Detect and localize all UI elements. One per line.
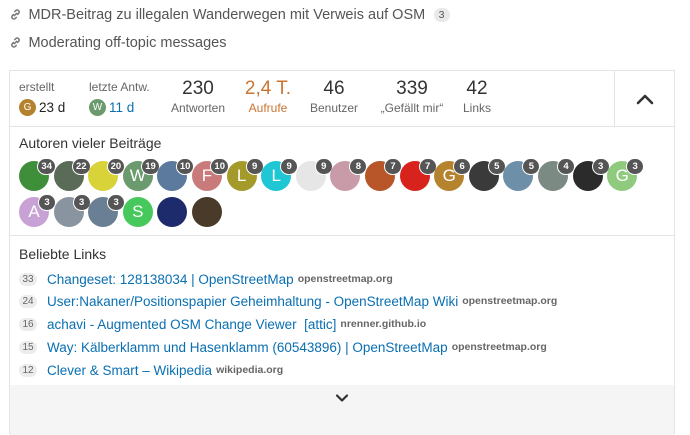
chevron-up-icon bbox=[636, 94, 653, 104]
collapse-button[interactable] bbox=[614, 71, 674, 126]
author-avatar[interactable]: 8 bbox=[330, 158, 368, 191]
last-reply-age: 11 d bbox=[109, 100, 135, 115]
link-title[interactable]: achavi - Augmented OSM Change Viewer [at… bbox=[47, 317, 336, 332]
author-avatar[interactable]: 5 bbox=[468, 158, 506, 191]
author-avatar[interactable]: G3 bbox=[607, 158, 645, 191]
topic-map: erstellt G 23 d letzte Antw. W 11 d 230 … bbox=[9, 70, 675, 435]
link-domain: openstreetmap.org bbox=[297, 273, 393, 285]
link-icon bbox=[11, 9, 20, 20]
link-click-count: 24 bbox=[19, 294, 37, 308]
author-avatar[interactable]: 5 bbox=[503, 158, 541, 191]
link-row[interactable]: 12 Clever & Smart – Wikipedia wikipedia.… bbox=[19, 360, 283, 380]
link-row[interactable]: 24 User:Nakaner/Positionspapier Geheimha… bbox=[19, 291, 557, 311]
links-count: 42 bbox=[466, 78, 488, 99]
created-label: erstellt bbox=[19, 80, 55, 94]
author-avatar[interactable]: W 19 bbox=[122, 158, 160, 191]
stat-links: 42 Links bbox=[459, 71, 495, 116]
link-title[interactable]: Clever & Smart – Wikipedia bbox=[47, 363, 212, 378]
stat-views: 2,4 T. Aufrufe bbox=[242, 71, 294, 116]
avatar[interactable]: W bbox=[89, 99, 106, 116]
users-count: 46 bbox=[323, 78, 345, 99]
related-topic-count: 3 bbox=[433, 7, 450, 22]
link-click-count: 15 bbox=[19, 340, 37, 354]
related-topic-title[interactable]: Moderating off-topic messages bbox=[28, 35, 226, 51]
authors-list: 34 22 20 W 19 10 F 10 L 9 L 9 9 8 7 7 G 6 5 5 4 3 G 3 A 3 3 3 S bbox=[19, 158, 659, 231]
post-count-badge: 34 bbox=[37, 158, 56, 175]
stat-replies: 230 Antworten bbox=[170, 71, 226, 116]
replies-label: Antworten bbox=[170, 101, 226, 115]
avatar[interactable]: G bbox=[19, 99, 36, 116]
author-avatar[interactable]: G6 bbox=[434, 158, 472, 191]
stat-users: 46 Benutzer bbox=[307, 71, 361, 116]
views-count: 2,4 T. bbox=[244, 78, 292, 99]
related-topic-title[interactable]: MDR-Beitrag zu illegalen Wanderwegen mit… bbox=[28, 7, 425, 23]
author-avatar[interactable]: 3 bbox=[572, 158, 610, 191]
links-label: Links bbox=[462, 101, 491, 115]
last-reply-meta[interactable]: letzte Antw. W 11 d bbox=[89, 80, 150, 116]
link-title[interactable]: Changeset: 128138034 | OpenStreetMap bbox=[47, 272, 294, 287]
likes-count: 339 bbox=[396, 78, 428, 99]
created-age: 23 d bbox=[39, 100, 66, 115]
last-reply-label: letzte Antw. bbox=[89, 80, 150, 94]
links-title: Beliebte Links bbox=[19, 246, 107, 262]
post-count-badge: 3 bbox=[626, 158, 645, 175]
avatar bbox=[157, 197, 188, 227]
author-avatar[interactable]: 9 bbox=[295, 158, 333, 191]
author-avatar[interactable]: 10 bbox=[157, 158, 195, 191]
related-topic-2[interactable]: Moderating off-topic messages bbox=[9, 34, 226, 52]
expand-links-button[interactable] bbox=[330, 389, 354, 407]
link-domain: openstreetmap.org bbox=[462, 295, 558, 307]
replies-count: 230 bbox=[182, 78, 214, 99]
author-avatar[interactable]: 4 bbox=[538, 158, 575, 191]
link-title[interactable]: User:Nakaner/Positionspapier Geheimhaltu… bbox=[47, 294, 458, 309]
author-avatar[interactable]: 3 bbox=[53, 194, 91, 227]
related-topic-1[interactable]: MDR-Beitrag zu illegalen Wanderwegen mit… bbox=[9, 6, 450, 24]
author-avatar[interactable] bbox=[157, 197, 188, 227]
authors-title: Autoren vieler Beiträge bbox=[19, 135, 162, 151]
author-avatar[interactable]: A3 bbox=[19, 194, 56, 227]
author-avatar[interactable]: 3 bbox=[88, 194, 126, 227]
users-label: Benutzer bbox=[309, 101, 359, 115]
link-title[interactable]: Way: Kälberklamm und Hasenklamm (6054389… bbox=[47, 340, 448, 355]
author-avatar[interactable]: L9 bbox=[226, 158, 264, 191]
author-avatar[interactable]: 7 bbox=[365, 158, 402, 191]
author-avatar[interactable]: L9 bbox=[261, 158, 299, 191]
link-domain: nrenner.github.io bbox=[340, 318, 427, 330]
views-label: Aufrufe bbox=[248, 101, 288, 115]
link-row[interactable]: 16 achavi - Augmented OSM Change Viewer … bbox=[19, 314, 426, 334]
author-avatar[interactable]: F 10 bbox=[192, 158, 229, 191]
link-click-count: 12 bbox=[19, 363, 37, 377]
link-row[interactable]: 15 Way: Kälberklamm und Hasenklamm (6054… bbox=[19, 337, 547, 357]
likes-label: „Gefällt mir“ bbox=[380, 101, 444, 115]
author-avatar[interactable] bbox=[192, 197, 222, 227]
author-avatar[interactable]: 20 bbox=[88, 158, 126, 191]
author-avatar[interactable]: 34 bbox=[19, 158, 56, 191]
avatar bbox=[192, 197, 222, 227]
stat-likes: 339 „Gefällt mir“ bbox=[375, 71, 449, 116]
author-avatar[interactable]: 7 bbox=[399, 158, 437, 191]
link-icon bbox=[11, 37, 20, 48]
created-meta[interactable]: erstellt G 23 d bbox=[19, 80, 65, 116]
author-avatar[interactable]: S bbox=[122, 197, 153, 227]
link-domain: openstreetmap.org bbox=[451, 341, 547, 353]
topic-stats: erstellt G 23 d letzte Antw. W 11 d 230 … bbox=[10, 71, 674, 127]
link-click-count: 16 bbox=[19, 317, 37, 331]
chevron-down-icon bbox=[335, 394, 349, 402]
link-domain: wikipedia.org bbox=[216, 364, 284, 376]
avatar: S bbox=[122, 197, 153, 227]
post-count-badge: 10 bbox=[210, 158, 229, 175]
author-avatar[interactable]: 22 bbox=[53, 158, 91, 191]
link-click-count: 33 bbox=[19, 272, 37, 286]
divider bbox=[10, 235, 674, 236]
link-row[interactable]: 33 Changeset: 128138034 | OpenStreetMap … bbox=[19, 269, 393, 289]
